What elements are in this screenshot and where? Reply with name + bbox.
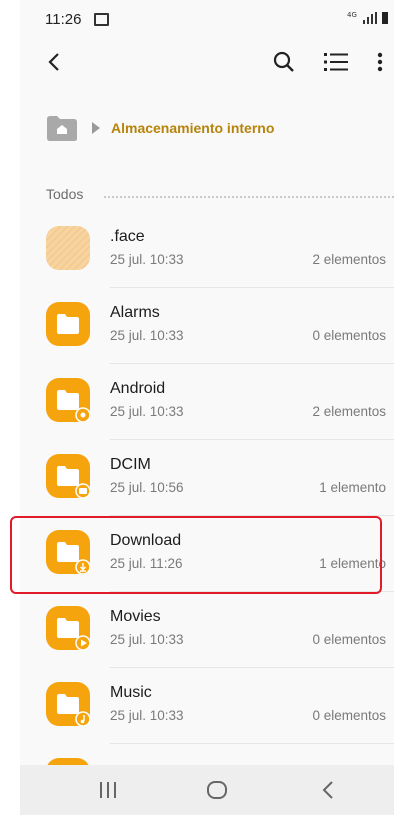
signal-icon (363, 12, 377, 24)
file-name: Android (110, 380, 166, 397)
list-view-icon[interactable] (318, 44, 354, 80)
file-count: 0 elementos (312, 328, 386, 343)
file-date: 25 jul. 10:33 (110, 252, 184, 267)
list-item[interactable]: Music 25 jul. 10:33 0 elementos (20, 668, 394, 744)
file-date: 25 jul. 10:33 (110, 404, 184, 419)
folder-music-icon (46, 682, 90, 726)
file-date: 25 jul. 10:56 (110, 480, 184, 495)
list-item[interactable]: DCIM 25 jul. 10:56 1 elemento (20, 440, 394, 516)
folder-play-icon (46, 606, 90, 650)
file-date: 25 jul. 10:33 (110, 708, 184, 723)
file-count: 0 elementos (312, 632, 386, 647)
navigation-bar (20, 765, 394, 815)
file-date: 25 jul. 10:33 (110, 632, 184, 647)
network-type: 4G (347, 11, 357, 19)
list-item[interactable]: .face 25 jul. 10:33 2 elementos (20, 212, 394, 288)
file-name: Music (110, 684, 152, 701)
file-name: DCIM (110, 456, 151, 473)
status-time: 11:26 (45, 11, 82, 28)
file-count: 2 elementos (312, 252, 386, 267)
home-icon[interactable] (197, 775, 237, 805)
section-header: Todos (46, 186, 394, 206)
toolbar (20, 40, 394, 86)
file-date: 25 jul. 10:33 (110, 328, 184, 343)
file-manager-screen: 11:26 4G Almacenamiento interno Todos .f… (20, 0, 394, 815)
hidden-folder-icon (46, 226, 90, 270)
section-divider (104, 196, 394, 198)
list-item[interactable]: Movies 25 jul. 10:33 0 elementos (20, 592, 394, 668)
search-icon[interactable] (266, 44, 302, 80)
list-item-partial[interactable] (20, 744, 394, 766)
file-count: 1 elemento (319, 480, 386, 495)
folder-icon (46, 302, 90, 346)
file-name: Alarms (110, 304, 160, 321)
battery-icon (382, 12, 388, 24)
home-folder-icon[interactable] (46, 114, 78, 142)
folder-settings-icon (46, 378, 90, 422)
file-name: .face (110, 228, 145, 245)
chevron-right-icon (92, 122, 100, 134)
list-item[interactable]: Alarms 25 jul. 10:33 0 elementos (20, 288, 394, 364)
section-title: Todos (46, 186, 84, 202)
more-options-icon[interactable] (362, 44, 394, 80)
status-bar: 11:26 4G (20, 0, 394, 36)
back-icon[interactable] (308, 775, 348, 805)
back-arrow-icon[interactable] (36, 44, 72, 80)
file-count: 0 elementos (312, 708, 386, 723)
file-name: Movies (110, 608, 161, 625)
highlight-box (10, 516, 382, 594)
breadcrumb-current[interactable]: Almacenamiento interno (111, 120, 274, 136)
breadcrumb: Almacenamiento interno (46, 112, 386, 146)
list-item[interactable]: Android 25 jul. 10:33 2 elementos (20, 364, 394, 440)
file-count: 2 elementos (312, 404, 386, 419)
folder-camera-icon (46, 454, 90, 498)
image-icon (94, 13, 109, 26)
recent-apps-icon[interactable] (88, 775, 128, 805)
